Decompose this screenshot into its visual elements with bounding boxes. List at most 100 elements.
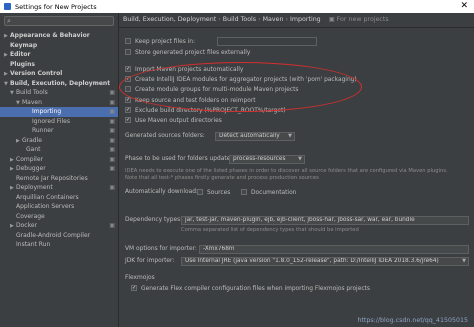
sidebar-item-keymap[interactable]: Keymap [0,41,118,51]
sidebar-item-remote-jar-repositories[interactable]: Remote Jar Repositories [0,174,118,184]
settings-sidebar: ⌕ ▶ Appearance & Behavior Keymap ▶ Editor Plu… [0,13,119,327]
download-sources-option[interactable]: Sources [197,188,230,198]
sidebar-item-label: Plugins [10,60,35,68]
sidebar-item-gant[interactable]: Gant ▣ [0,145,118,155]
window-title: Settings for New Projects [15,2,97,11]
jdk-label: JDK for importer: [125,258,175,264]
breadcrumb: Build, Execution, Deployment › Build Tools… [123,16,389,23]
flex-generate-checkbox[interactable] [131,284,137,291]
sidebar-item-label: Editor [10,51,31,58]
sidebar-item-gradle-android-compiler[interactable]: Gradle-Android Compiler [0,231,118,241]
use-output-checkbox[interactable] [125,116,131,123]
sidebar-item-debugger[interactable]: ▶ Debugger ▣ [0,164,118,174]
sidebar-item-deployment[interactable]: ▶ Deployment ▣ [0,183,118,193]
create-modules-checkbox[interactable] [125,75,131,82]
project-scope-icon: ▣ [109,155,115,163]
store-generated-option[interactable]: Store generated project files externally [125,48,250,58]
create-groups-checkbox[interactable] [125,85,131,92]
sidebar-item-version-control[interactable]: ▶ Version Control [0,69,118,79]
import-auto-option[interactable]: Import Maven projects automatically [125,65,243,75]
sidebar-item-label: Deployment [16,184,53,191]
store-generated-checkbox[interactable] [125,48,131,55]
breadcrumb-item: Build Tools [222,16,257,23]
sidebar-item-label: Instant Run [16,241,51,248]
sidebar-item-application-servers[interactable]: Application Servers [0,202,118,212]
exclude-build-option[interactable]: Exclude build directory (%PROJECT_ROOT%/… [125,106,286,116]
project-scope-icon: ▣ [109,89,115,96]
dependency-types-input[interactable]: jar, test-jar, maven-plugin, ejb, ejb-cl… [181,216,469,225]
chevron-down-icon: ▼ [298,156,302,162]
phase-select[interactable]: process-resources ▼ [229,155,305,164]
watermark-text: https://blog.csdn.net/qq_41505015 [357,317,468,324]
project-scope-icon: ▣ [109,184,115,191]
download-docs-checkbox[interactable] [241,188,247,195]
project-scope-icon: ▣ [109,222,115,229]
settings-tree: ▶ Appearance & Behavior Keymap ▶ Editor Plugi… [0,31,118,250]
scope-hint: ▣ For new projects [328,16,389,23]
window-titlebar: Settings for New Projects ✕ [0,0,474,13]
keep-source-checkbox[interactable] [125,96,131,103]
project-scope-icon: ▣ [109,127,115,134]
sidebar-item-label: Importing [32,108,62,115]
sidebar-item-coverage[interactable]: Coverage [0,212,118,222]
settings-content: Build, Execution, Deployment › Build Tools… [119,13,474,327]
exclude-build-checkbox[interactable] [125,106,131,113]
sidebar-item-label: Gradle-Android Compiler [16,231,91,239]
sidebar-item-appearance-behavior[interactable]: ▶ Appearance & Behavior [0,31,118,41]
jdk-select[interactable]: Use Internal JRE (java version "1.8.0_15… [181,257,469,266]
project-scope-icon: ▣ [109,117,115,125]
intellij-app-icon [4,3,11,10]
sidebar-item-label: Build Tools [16,89,48,96]
keep-source-option[interactable]: Keep source and test folders on reimport [125,96,256,106]
create-groups-option[interactable]: Create module groups for multi-module Ma… [125,85,298,95]
vm-options-input[interactable]: -Xmx768m [199,245,469,254]
sidebar-item-label: Compiler [16,155,44,163]
keep-files-option[interactable]: Keep project files in: [125,37,195,47]
create-modules-option[interactable]: Create IntelliJ IDEA modules for aggrega… [125,75,357,85]
sidebar-item-label: Coverage [16,212,45,220]
generated-sources-select[interactable]: Detect automatically ▼ [215,132,295,141]
sidebar-item-build-execution-deployment[interactable]: ▼ Build, Execution, Deployment [0,79,118,89]
download-docs-option[interactable]: Documentation [241,188,296,198]
sidebar-item-gradle[interactable]: ▶ Gradle ▣ [0,136,118,146]
dependency-types-note: Comma separated list of dependency types… [181,227,359,233]
search-icon: ⌕ [7,17,11,25]
sidebar-item-arquillian-containers[interactable]: Arquillian Containers [0,193,118,203]
sidebar-item-build-tools[interactable]: ▼ Build Tools ▣ [0,88,118,98]
breadcrumb-item: Importing [290,16,321,23]
sidebar-item-label: Remote Jar Repositories [16,174,88,182]
chevron-down-icon: ▼ [462,258,466,264]
sidebar-item-label: Ignored Files [32,117,70,125]
sidebar-item-plugins[interactable]: Plugins [0,60,118,70]
auto-download-label: Automatically download: [125,189,198,195]
sidebar-item-runner[interactable]: Runner ▣ [0,126,118,136]
sidebar-item-label: Gant [26,146,41,153]
sidebar-item-maven[interactable]: ▼ Maven ▣ [0,98,118,108]
settings-search-input[interactable]: ⌕ [4,16,114,26]
sidebar-item-ignored-files[interactable]: Ignored Files ▣ [0,117,118,127]
breadcrumb-item: Maven [262,16,284,23]
download-sources-checkbox[interactable] [197,188,203,195]
sidebar-item-label: Maven [22,98,42,106]
project-scope-icon: ▣ [109,136,115,144]
vm-options-label: VM options for importer: [125,246,197,252]
sidebar-item-label: Debugger [16,165,46,172]
sidebar-item-compiler[interactable]: ▶ Compiler ▣ [0,155,118,165]
chevron-down-icon: ▼ [288,133,292,139]
close-icon[interactable]: ✕ [460,1,468,12]
generated-sources-label: Generated sources folders: [125,133,205,139]
sidebar-item-instant-run[interactable]: Instant Run [0,240,118,250]
sidebar-item-importing[interactable]: Importing ▣ [0,107,118,117]
import-auto-checkbox[interactable] [125,65,131,72]
phase-note: IDEA needs to execute one of the listed … [125,168,448,174]
sidebar-item-label: Application Servers [16,203,75,210]
sidebar-item-label: Keymap [10,41,38,49]
keep-files-path-field[interactable] [217,37,317,46]
flex-generate-option[interactable]: Generate Flex compiler configuration fil… [131,284,370,294]
use-output-option[interactable]: Use Maven output directories [125,116,222,126]
sidebar-item-docker[interactable]: ▶ Docker ▣ [0,221,118,231]
project-scope-icon: ▣ [109,146,115,153]
keep-files-checkbox[interactable] [125,37,131,44]
sidebar-item-editor[interactable]: ▶ Editor [0,50,118,60]
dependency-types-label: Dependency types: [125,217,183,223]
